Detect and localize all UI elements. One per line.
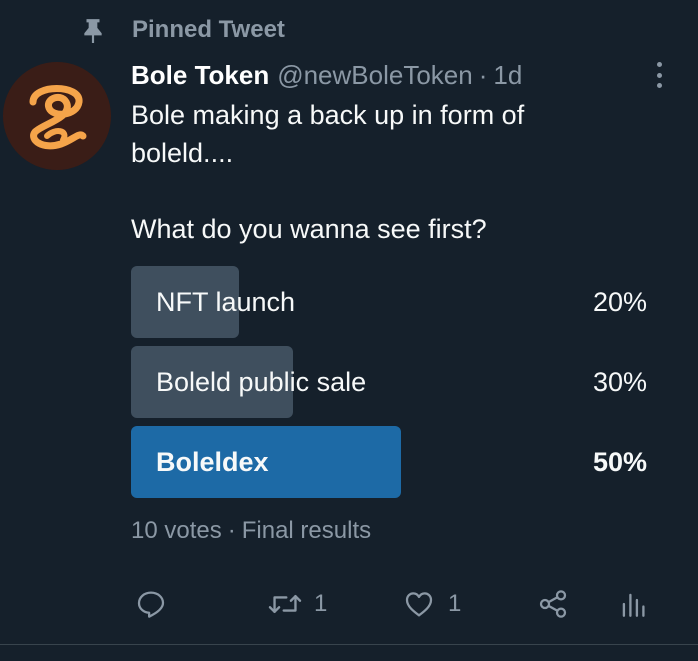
- pin-icon: [84, 19, 102, 43]
- display-name[interactable]: Bole Token: [131, 60, 269, 91]
- analytics-icon: [622, 593, 645, 617]
- reply-button[interactable]: [135, 580, 167, 628]
- poll-option-percent: 20%: [592, 287, 647, 317]
- bole-logo-icon: [3, 62, 111, 170]
- tweet-timestamp[interactable]: 1d: [493, 60, 522, 91]
- poll-option: Boleldex 50%: [131, 426, 651, 498]
- like-icon: [405, 592, 433, 617]
- header-separator: ·: [478, 59, 488, 90]
- tweet-text-line: Bole making a back up in form of: [131, 100, 525, 130]
- tweet-text: Bole making a back up in form of boleld.…: [131, 96, 671, 248]
- retweet-button[interactable]: 1: [268, 580, 327, 628]
- divider: [0, 644, 698, 645]
- retweet-count: 1: [314, 590, 328, 617]
- poll-option-label: Boleldex: [156, 447, 269, 477]
- user-handle[interactable]: @newBoleToken: [277, 60, 473, 91]
- poll-option: NFT launch 20%: [131, 266, 651, 338]
- avatar[interactable]: [3, 62, 111, 170]
- poll: NFT launch 20% Boleld public sale 30% Bo…: [131, 266, 651, 506]
- poll-meta-separator: ·: [227, 517, 236, 544]
- tweet-actions: 1 1: [0, 580, 698, 628]
- pinned-label: Pinned Tweet: [132, 16, 285, 43]
- share-button[interactable]: [536, 580, 570, 628]
- poll-option-label: NFT launch: [156, 287, 296, 317]
- pinned-indicator: Pinned Tweet: [80, 14, 285, 46]
- like-count: 1: [448, 590, 462, 617]
- poll-option-label: Boleld public sale: [156, 367, 367, 397]
- retweet-icon: [268, 594, 302, 614]
- tweet-header: Bole Token @newBoleToken · 1d: [131, 58, 522, 92]
- poll-option-percent: 30%: [592, 367, 647, 397]
- analytics-button[interactable]: [620, 580, 646, 628]
- more-options-button[interactable]: [648, 60, 670, 90]
- poll-question: What do you wanna see first?: [131, 214, 487, 244]
- more-icon: [656, 62, 662, 67]
- poll-status: Final results: [241, 517, 372, 544]
- like-button[interactable]: 1: [402, 580, 461, 628]
- reply-icon: [137, 591, 165, 618]
- poll-meta: 10 votes · Final results: [131, 514, 371, 548]
- poll-option: Boleld public sale 30%: [131, 346, 651, 418]
- poll-vote-count: 10 votes: [131, 517, 222, 544]
- poll-option-percent: 50%: [592, 447, 647, 477]
- share-icon: [539, 590, 567, 618]
- tweet-text-line: boleld....: [131, 138, 234, 168]
